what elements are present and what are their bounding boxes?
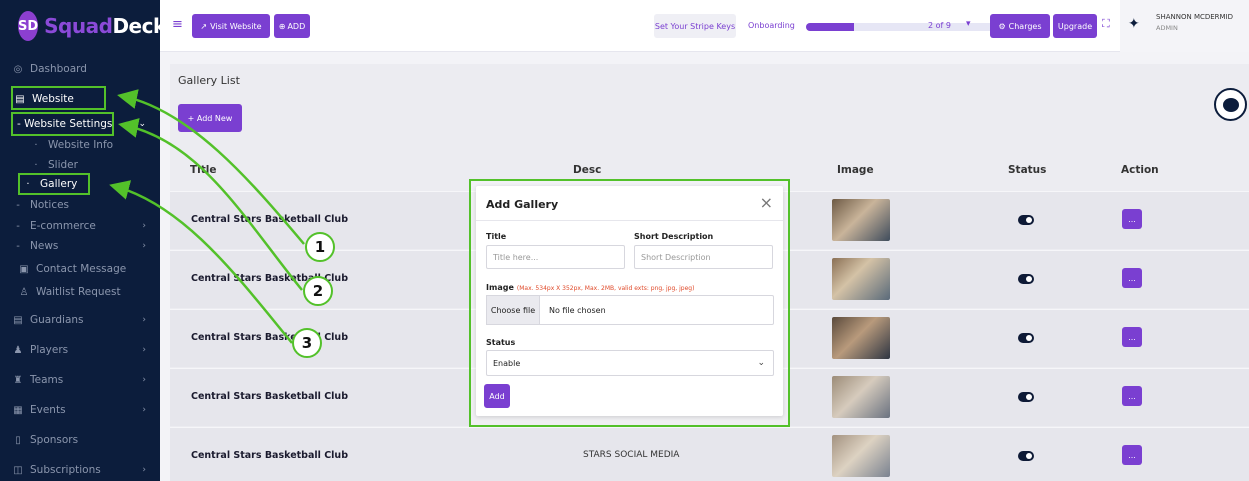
annotation-arrows [109, 89, 305, 344]
annotation-number-3: 3 [292, 328, 322, 358]
annotation-number-1: 1 [305, 232, 335, 262]
annotation-number-2: 2 [303, 276, 333, 306]
